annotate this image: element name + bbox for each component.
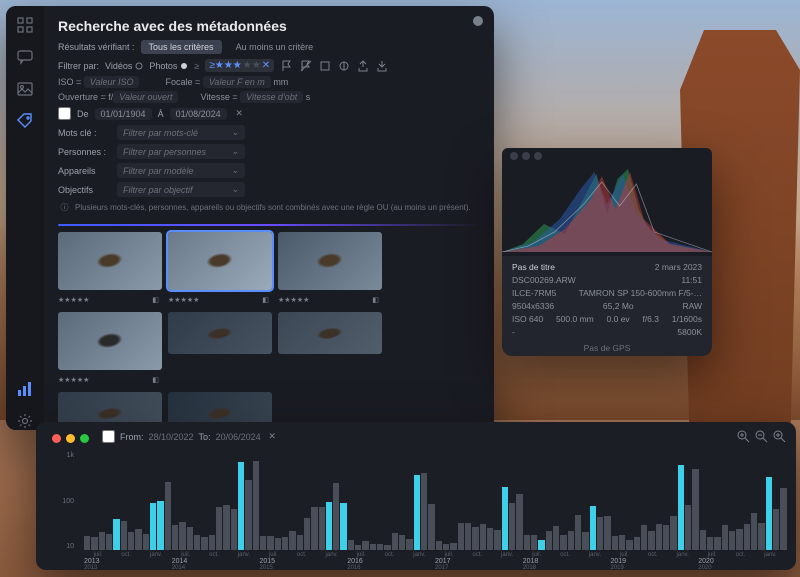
page-title: Recherche avec des métadonnées — [58, 18, 480, 34]
thumb-rating: ★★★★★ — [58, 376, 89, 384]
thumb-rating: ★★★★★ — [168, 296, 199, 304]
info-format: RAW — [682, 301, 702, 311]
keywords-label: Mots clé : — [58, 128, 112, 138]
timeline-to-label: To: — [199, 432, 211, 442]
export-icon[interactable] — [356, 59, 369, 72]
adjust-icon[interactable] — [337, 59, 350, 72]
photo-info-panel: Pas de titre 2 mars 2023 DSC00269.ARW 11:5… — [502, 148, 712, 356]
rating-filter[interactable]: ≥★★★★★ ✕ — [205, 59, 274, 72]
info-size: 65,2 Mo — [603, 301, 634, 311]
info-iso: ISO 640 — [512, 314, 543, 324]
app-sidebar — [6, 6, 44, 430]
filter-videos-toggle[interactable]: Vidéos — [105, 61, 143, 71]
window-traffic-lights[interactable] — [42, 426, 99, 451]
import-icon[interactable] — [375, 59, 388, 72]
info-text: Plusieurs mots-clés, personnes, appareil… — [75, 203, 471, 212]
focal-label: Focale = — [165, 77, 200, 87]
date-to-label: À — [158, 109, 164, 119]
image-icon[interactable] — [16, 80, 34, 98]
timeline-window: From: 28/10/2022 To: 20/06/2024 ✕ 1k 100… — [36, 422, 796, 570]
info-wb: 5800K — [677, 327, 702, 337]
keywords-input[interactable]: Filtrer par mots-clé⌄ — [117, 125, 245, 140]
verify-all-button[interactable]: Tous les critères — [141, 40, 222, 54]
histogram — [502, 148, 712, 256]
date-enable-checkbox[interactable] — [58, 107, 71, 120]
info-camera: ILCE-7RM5 — [512, 288, 556, 298]
devices-input[interactable]: Filtrer par modèle⌄ — [117, 163, 245, 178]
thumb-rating: ★★★★★ — [58, 296, 89, 304]
thumbnail[interactable]: ★★★★★ ◧ — [58, 312, 162, 386]
flag-off-icon[interactable] — [299, 59, 312, 72]
zoom-out-icon[interactable] — [755, 430, 768, 443]
thumb-badge-icon: ◧ — [149, 373, 162, 386]
people-input[interactable]: Filtrer par personnes⌄ — [117, 144, 245, 159]
timeline-from-label: From: — [120, 432, 144, 442]
thumb-badge-icon: ◧ — [369, 293, 382, 306]
info-lens: TAMRON SP 150-600mm F/5-… — [562, 288, 702, 298]
info-date: 2 mars 2023 — [655, 262, 702, 272]
speed-label: Vitesse = — [200, 92, 237, 102]
timeline-enable-checkbox[interactable] — [102, 430, 115, 443]
people-label: Personnes : — [58, 147, 112, 157]
info-title: Pas de titre — [512, 262, 555, 272]
filter-by-label: Filtrer par: — [58, 61, 99, 71]
thumb-rating: ★★★★★ — [278, 296, 309, 304]
info-time: 11:51 — [681, 275, 702, 285]
thumb-badge-icon: ◧ — [149, 293, 162, 306]
info-aperture: f/6.3 — [642, 314, 659, 324]
chat-icon[interactable] — [16, 48, 34, 66]
info-ev: 0.0 ev — [607, 314, 630, 324]
timeline-to-input[interactable]: 20/06/2024 — [216, 432, 261, 442]
grid-icon[interactable] — [16, 16, 34, 34]
tag-icon[interactable] — [16, 112, 34, 130]
stats-icon[interactable] — [16, 380, 34, 398]
thumbnail[interactable] — [168, 312, 272, 386]
crop-icon[interactable] — [318, 59, 331, 72]
info-focal: 500.0 mm — [556, 314, 594, 324]
results-grid: ★★★★★ ◧ ★★★★★ ◧ ★★★★★ ◧ ★★★★★ ◧ — [58, 232, 480, 430]
gear-icon[interactable] — [16, 412, 34, 430]
verify-label: Résultats vérifiant : — [58, 42, 135, 52]
zoom-fit-icon[interactable] — [737, 430, 750, 443]
info-filename: DSC00269.ARW — [512, 275, 576, 285]
timeline-x-axis: juil.oct.janv.20132013juil.oct.janv.2014… — [84, 552, 786, 568]
filter-photos-toggle[interactable]: Photos — [149, 61, 188, 71]
devices-label: Appareils — [58, 166, 112, 176]
iso-input[interactable]: Valeur ISO — [84, 76, 140, 88]
date-to-input[interactable]: 01/08/2024 — [170, 108, 227, 120]
zoom-in-icon[interactable] — [773, 430, 786, 443]
info-icon: ⓘ — [58, 201, 71, 214]
lenses-input[interactable]: Filtrer par objectif⌄ — [117, 182, 245, 197]
metadata-search-window: Recherche avec des métadonnées Résultats… — [6, 6, 494, 430]
timeline-from-input[interactable]: 28/10/2022 — [149, 432, 194, 442]
date-from-input[interactable]: 01/01/1904 — [95, 108, 152, 120]
thumb-badge-icon: ◧ — [259, 293, 272, 306]
timeline-y-axis: 1k 100 10 — [46, 452, 78, 550]
aperture-label: Ouverture = f/ — [58, 92, 113, 102]
date-clear-icon[interactable]: ✕ — [233, 107, 246, 120]
focal-input[interactable]: Valeur F en m — [203, 76, 271, 88]
date-from-label: De — [77, 109, 89, 119]
thumbnail-selected[interactable]: ★★★★★ ◧ — [168, 232, 272, 306]
section-divider — [58, 224, 480, 226]
info-shutter: 1/1600s — [672, 314, 702, 324]
thumbnail[interactable]: ★★★★★ ◧ — [278, 232, 382, 306]
lenses-label: Objectifs — [58, 185, 112, 195]
verify-any-button[interactable]: Au moins un critère — [228, 40, 322, 54]
timeline-clear-icon[interactable]: ✕ — [266, 430, 279, 443]
thumbnail[interactable]: ★★★★★ ◧ — [58, 232, 162, 306]
flag-icon[interactable] — [280, 59, 293, 72]
thumbnail[interactable] — [278, 312, 382, 386]
timeline-chart[interactable] — [84, 452, 786, 550]
info-wb-dash: - — [512, 327, 515, 337]
info-dimensions: 9504x6336 — [512, 301, 554, 311]
iso-label: ISO = — [58, 77, 81, 87]
window-dots[interactable] — [510, 152, 542, 160]
aperture-input[interactable]: Valeur ouvert — [113, 91, 178, 103]
speed-input[interactable]: Vitesse d'obt — [240, 91, 303, 103]
info-nogps: Pas de GPS — [512, 343, 702, 353]
window-action-icon[interactable] — [471, 14, 484, 27]
